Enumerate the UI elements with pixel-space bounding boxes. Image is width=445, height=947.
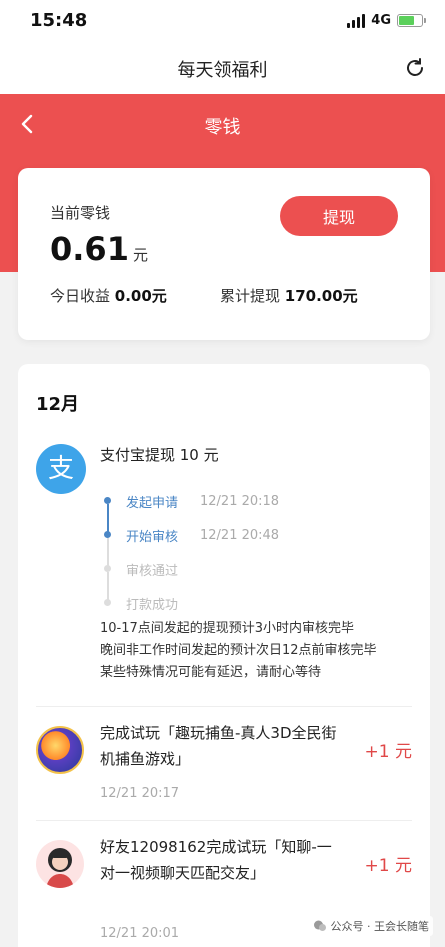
record-time: 12/21 20:01 [100, 926, 180, 941]
total-withdrawn-label: 累计提现 [220, 287, 281, 305]
timeline-step: 发起申请 12/21 20:18 [100, 484, 400, 532]
timeline-step-time: 12/21 20:18 [200, 493, 280, 509]
record-title: 完成试玩「趣玩捕鱼-真人3D全民街机捕鱼游戏」 [100, 724, 337, 768]
status-bar: 15:48 4G [0, 0, 445, 44]
records-card: 12月 支 支付宝提现 10 元 发起申请 12/21 20:18 开始审核 1… [18, 364, 430, 947]
signal-icon [347, 13, 366, 28]
refresh-icon[interactable] [403, 56, 427, 80]
today-earnings-label: 今日收益 [50, 287, 111, 305]
withdrawal-note: 10-17点间发起的提现预计3小时内审核完毕 晚间非工作时间发起的预计次日12点… [100, 618, 410, 684]
balance-label: 当前零钱 [50, 204, 111, 222]
fishing-game-icon [36, 726, 84, 774]
withdrawal-title: 支付宝提现 10 元 [100, 446, 219, 464]
note-line: 晚间非工作时间发起的预计次日12点前审核完毕 [100, 643, 377, 658]
note-line: 10-17点间发起的提现预计3小时内审核完毕 [100, 621, 355, 636]
app-header: 每天领福利 [0, 44, 445, 94]
total-withdrawn: 累计提现 170.00元 [220, 285, 358, 306]
note-line: 某些特殊情况可能有延迟，请耐心等待 [100, 665, 322, 680]
timeline-step: 打款成功 [100, 586, 400, 620]
timeline-step: 审核通过 [100, 552, 400, 600]
timeline-dot [104, 531, 111, 538]
watermark-text: 公众号 · 王会长随笔 [330, 920, 430, 933]
today-earnings-value: 0.00元 [114, 287, 167, 305]
divider [36, 706, 412, 707]
record-amount: +1 元 [364, 742, 412, 762]
record-title: 好友12098162完成试玩「知聊-一对一视频聊天匹配交友」 [100, 838, 332, 882]
network-label: 4G [371, 13, 391, 28]
status-indicators: 4G [347, 13, 426, 28]
withdrawal-timeline: 发起申请 12/21 20:18 开始审核 12/21 20:48 审核通过 打… [100, 484, 400, 620]
timeline-step-label: 发起申请 [126, 495, 179, 511]
wechat-icon [313, 920, 326, 931]
timeline-step-label: 开始审核 [126, 529, 179, 545]
withdraw-button[interactable]: 提现 [280, 196, 398, 236]
timeline-dot [104, 497, 111, 504]
timeline-step-label: 打款成功 [126, 597, 179, 613]
divider [36, 820, 412, 821]
timeline-dot [104, 599, 111, 606]
timeline-step-time: 12/21 20:48 [200, 527, 280, 543]
balance-value: 0.61 [50, 230, 129, 268]
balance-amount: 0.61 元 [50, 230, 148, 268]
balance-unit: 元 [132, 246, 148, 264]
record-time: 12/21 20:17 [100, 786, 180, 801]
balance-card: 当前零钱 0.61 元 提现 今日收益 0.00元 累计提现 170.00元 [18, 168, 430, 340]
app-title: 每天领福利 [177, 60, 268, 81]
timeline-dot [104, 565, 111, 572]
alipay-icon: 支 [36, 444, 86, 494]
friend-avatar-icon [36, 840, 84, 888]
record-amount: +1 元 [364, 856, 412, 876]
status-time: 15:48 [30, 10, 88, 31]
page-title: 零钱 [204, 117, 241, 138]
avatar-figure-icon [46, 848, 74, 888]
timeline-step: 开始审核 12/21 20:48 [100, 518, 400, 566]
watermark: 公众号 · 王会长随笔 [308, 916, 433, 936]
battery-icon [397, 14, 426, 27]
total-withdrawn-value: 170.00元 [284, 287, 358, 305]
month-heading: 12月 [36, 394, 80, 415]
today-earnings: 今日收益 0.00元 [50, 285, 167, 306]
timeline-step-label: 审核通过 [126, 563, 179, 579]
